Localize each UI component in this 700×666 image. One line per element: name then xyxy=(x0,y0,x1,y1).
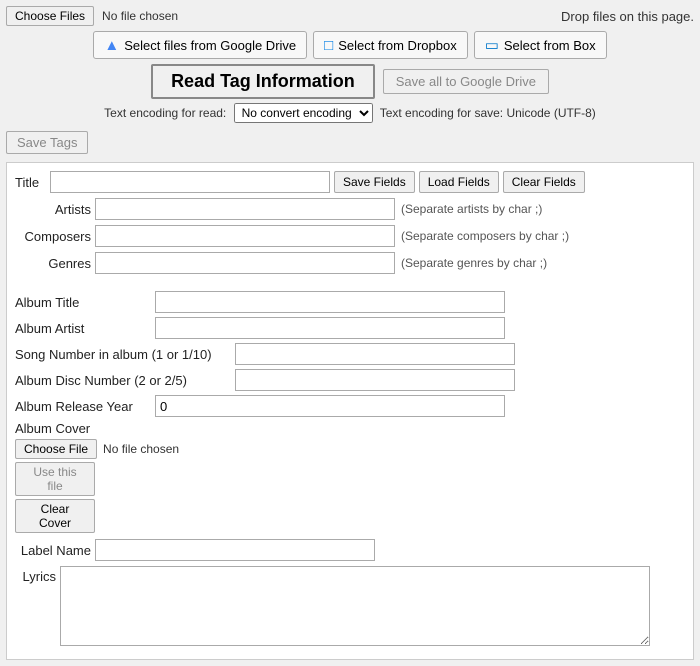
cover-no-file-text: No file chosen xyxy=(103,442,179,456)
fields-section: Title Save Fields Load Fields Clear Fiel… xyxy=(6,162,694,660)
label-section: Label Name Lyrics xyxy=(15,539,685,646)
read-tag-row: Read Tag Information Save all to Google … xyxy=(6,64,694,99)
box-button[interactable]: ▭ Select from Box xyxy=(474,31,607,59)
title-row: Title Save Fields Load Fields Clear Fiel… xyxy=(15,171,685,193)
encoding-row: Text encoding for read: No convert encod… xyxy=(6,103,694,123)
encoding-save-text: Text encoding for save: Unicode (UTF-8) xyxy=(380,106,596,120)
genres-hint: (Separate genres by char ;) xyxy=(401,256,547,270)
composers-input[interactable] xyxy=(95,225,395,247)
album-title-input[interactable] xyxy=(155,291,505,313)
artists-row: Artists (Separate artists by char ;) xyxy=(15,198,685,220)
load-fields-button[interactable]: Load Fields xyxy=(419,171,499,193)
artists-hint: (Separate artists by char ;) xyxy=(401,202,542,216)
album-artist-row: Album Artist xyxy=(15,317,685,339)
album-artist-input[interactable] xyxy=(155,317,505,339)
save-fields-button[interactable]: Save Fields xyxy=(334,171,415,193)
album-year-input[interactable] xyxy=(155,395,505,417)
title-input[interactable] xyxy=(50,171,330,193)
cover-choose-file-button[interactable]: Choose File xyxy=(15,439,97,459)
album-disc-label: Album Disc Number (2 or 2/5) xyxy=(15,373,235,388)
no-file-chosen-text: No file chosen xyxy=(102,9,178,23)
song-number-input[interactable] xyxy=(235,343,515,365)
composers-label: Composers xyxy=(15,229,95,244)
album-cover-label: Album Cover xyxy=(15,421,685,436)
google-drive-label: Select files from Google Drive xyxy=(124,38,296,53)
label-name-row: Label Name xyxy=(15,539,685,561)
lyrics-row: Lyrics xyxy=(15,566,685,646)
choose-files-button[interactable]: Choose Files xyxy=(6,6,94,26)
composers-row: Composers (Separate composers by char ;) xyxy=(15,225,685,247)
cloud-services-row: ▲ Select files from Google Drive □ Selec… xyxy=(6,31,694,59)
box-icon: ▭ xyxy=(485,36,499,54)
artists-label: Artists xyxy=(15,202,95,217)
save-tags-row: Save Tags xyxy=(6,131,694,154)
top-bar: Choose Files No file chosen Drop files o… xyxy=(6,6,694,26)
album-title-label: Album Title xyxy=(15,295,155,310)
lyrics-label: Lyrics xyxy=(15,566,60,584)
drop-hint-text: Drop files on this page. xyxy=(561,9,694,24)
save-gdrive-button[interactable]: Save all to Google Drive xyxy=(383,69,549,94)
album-disc-row: Album Disc Number (2 or 2/5) xyxy=(15,369,685,391)
genres-label: Genres xyxy=(15,256,95,271)
song-number-label: Song Number in album (1 or 1/10) xyxy=(15,347,235,362)
clear-cover-button[interactable]: Clear Cover xyxy=(15,499,95,533)
encoding-read-prefix: Text encoding for read: xyxy=(104,106,226,120)
clear-fields-button[interactable]: Clear Fields xyxy=(503,171,585,193)
box-label: Select from Box xyxy=(504,38,596,53)
album-section: Album Title Album Artist Song Number in … xyxy=(15,291,685,533)
lyrics-textarea[interactable] xyxy=(60,566,650,646)
title-label: Title xyxy=(15,175,50,190)
album-artist-label: Album Artist xyxy=(15,321,155,336)
label-name-label: Label Name xyxy=(15,543,95,558)
use-this-file-button[interactable]: Use this file xyxy=(15,462,95,496)
google-drive-icon: ▲ xyxy=(104,37,119,54)
album-year-label: Album Release Year xyxy=(15,399,155,414)
read-tag-button[interactable]: Read Tag Information xyxy=(151,64,375,99)
album-cover-section: Album Cover Choose File No file chosen U… xyxy=(15,421,685,533)
genres-row: Genres (Separate genres by char ;) xyxy=(15,252,685,274)
google-drive-button[interactable]: ▲ Select files from Google Drive xyxy=(93,31,307,59)
artists-input[interactable] xyxy=(95,198,395,220)
composers-hint: (Separate composers by char ;) xyxy=(401,229,569,243)
album-disc-input[interactable] xyxy=(235,369,515,391)
album-year-row: Album Release Year xyxy=(15,395,685,417)
dropbox-label: Select from Dropbox xyxy=(338,38,457,53)
dropbox-button[interactable]: □ Select from Dropbox xyxy=(313,31,468,59)
dropbox-icon: □ xyxy=(324,37,333,54)
album-title-row: Album Title xyxy=(15,291,685,313)
label-name-input[interactable] xyxy=(95,539,375,561)
genres-input[interactable] xyxy=(95,252,395,274)
encoding-select[interactable]: No convert encoding xyxy=(234,103,373,123)
cover-file-row: Choose File No file chosen xyxy=(15,439,685,459)
song-number-row: Song Number in album (1 or 1/10) xyxy=(15,343,685,365)
save-tags-button[interactable]: Save Tags xyxy=(6,131,88,154)
